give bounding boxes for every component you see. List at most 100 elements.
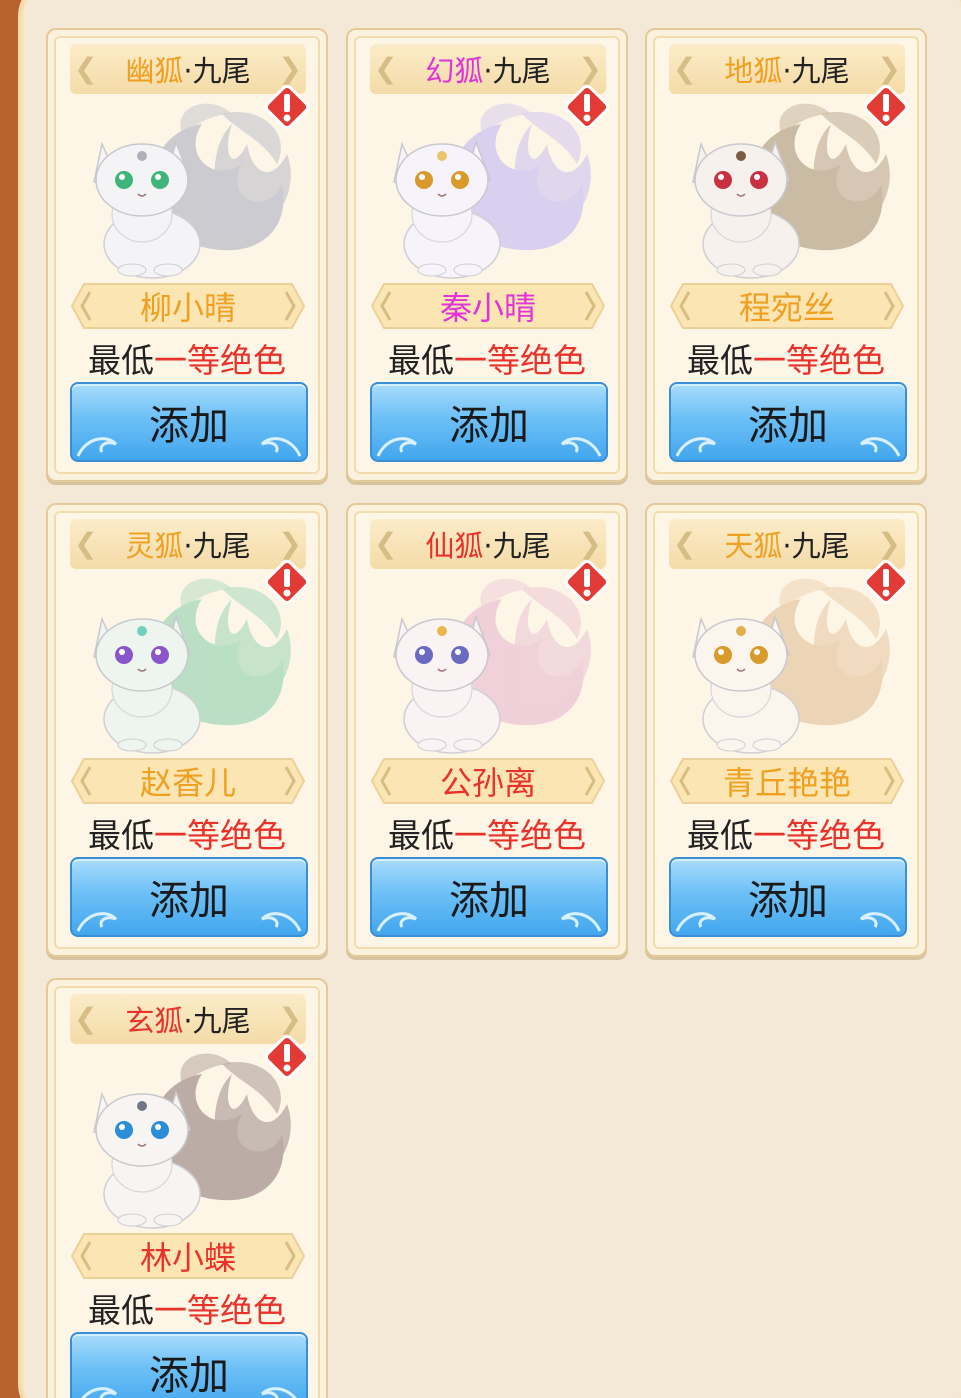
warning-icon[interactable] bbox=[562, 82, 612, 132]
fox-type-suffix: ·九尾 bbox=[782, 54, 850, 88]
add-button-label: 添加 bbox=[149, 878, 229, 924]
add-button-label: 添加 bbox=[748, 403, 828, 449]
fox-type-prefix: 幽狐 bbox=[125, 54, 184, 88]
add-button-label: 添加 bbox=[449, 878, 529, 924]
fox-card: ❮ 幻狐 ·九尾 ❯ 秦小晴 最低一等绝色 添加 bbox=[346, 28, 628, 482]
character-name-plate: 公孙离 bbox=[370, 757, 606, 805]
button-swirl-icon bbox=[260, 1387, 302, 1398]
grade-prefix: 最低 bbox=[88, 1291, 154, 1330]
grade-prefix: 最低 bbox=[88, 816, 154, 855]
grade-requirement: 最低一等绝色 bbox=[48, 334, 326, 380]
grade-requirement: 最低一等绝色 bbox=[348, 809, 626, 855]
title-left-ornament-icon: ❮ bbox=[673, 527, 697, 560]
title-right-ornament-icon: ❯ bbox=[278, 527, 302, 560]
title-right-ornament-icon: ❯ bbox=[578, 527, 602, 560]
button-swirl-icon bbox=[859, 912, 901, 932]
title-right-ornament-icon: ❯ bbox=[278, 1002, 302, 1035]
add-button[interactable]: 添加 bbox=[370, 382, 608, 462]
title-left-ornament-icon: ❮ bbox=[74, 527, 98, 560]
fox-card: ❮ 天狐 ·九尾 ❯ 青丘艳艳 最低一等绝色 添加 bbox=[645, 503, 927, 957]
grade-prefix: 最低 bbox=[687, 341, 753, 380]
grade-value: 一等绝色 bbox=[753, 341, 885, 380]
grade-value: 一等绝色 bbox=[154, 816, 286, 855]
warning-icon[interactable] bbox=[262, 1032, 312, 1082]
fox-type-prefix: 玄狐 bbox=[125, 1004, 184, 1038]
add-button-label: 添加 bbox=[748, 878, 828, 924]
character-name: 林小蝶 bbox=[139, 1239, 236, 1277]
fox-card: ❮ 玄狐 ·九尾 ❯ 林小蝶 最低一等绝色 添加 bbox=[46, 978, 328, 1398]
fox-type-suffix: ·九尾 bbox=[483, 529, 551, 563]
fox-type-suffix: ·九尾 bbox=[183, 54, 251, 88]
title-right-ornament-icon: ❯ bbox=[877, 52, 901, 85]
button-swirl-icon bbox=[675, 437, 717, 457]
fox-type-suffix: ·九尾 bbox=[183, 529, 251, 563]
button-swirl-icon bbox=[260, 912, 302, 932]
grade-requirement: 最低一等绝色 bbox=[348, 334, 626, 380]
fox-card: ❮ 仙狐 ·九尾 ❯ 公孙离 最低一等绝色 添加 bbox=[346, 503, 628, 957]
button-swirl-icon bbox=[76, 912, 118, 932]
add-button[interactable]: 添加 bbox=[70, 857, 308, 937]
character-name: 赵香儿 bbox=[139, 764, 236, 802]
title-right-ornament-icon: ❯ bbox=[578, 52, 602, 85]
add-button[interactable]: 添加 bbox=[669, 857, 907, 937]
character-name: 程宛丝 bbox=[738, 289, 835, 327]
button-swirl-icon bbox=[260, 437, 302, 457]
fox-card: ❮ 灵狐 ·九尾 ❯ 赵香儿 最低一等绝色 添加 bbox=[46, 503, 328, 957]
character-name-plate: 林小蝶 bbox=[70, 1232, 306, 1280]
character-name-plate: 程宛丝 bbox=[669, 282, 905, 330]
add-button[interactable]: 添加 bbox=[370, 857, 608, 937]
title-left-ornament-icon: ❮ bbox=[374, 527, 398, 560]
add-button-label: 添加 bbox=[149, 403, 229, 449]
fox-card: ❮ 幽狐 ·九尾 ❯ 柳小晴 最低一等绝色 添加 bbox=[46, 28, 328, 482]
fox-type-suffix: ·九尾 bbox=[183, 1004, 251, 1038]
character-name-plate: 秦小晴 bbox=[370, 282, 606, 330]
grade-requirement: 最低一等绝色 bbox=[48, 809, 326, 855]
fox-type-suffix: ·九尾 bbox=[782, 529, 850, 563]
add-button[interactable]: 添加 bbox=[70, 1332, 308, 1398]
grade-prefix: 最低 bbox=[88, 341, 154, 380]
add-button[interactable]: 添加 bbox=[669, 382, 907, 462]
grade-value: 一等绝色 bbox=[454, 341, 586, 380]
title-right-ornament-icon: ❯ bbox=[278, 52, 302, 85]
title-left-ornament-icon: ❮ bbox=[374, 52, 398, 85]
warning-icon[interactable] bbox=[262, 82, 312, 132]
fox-type-prefix: 地狐 bbox=[724, 54, 783, 88]
fox-type-prefix: 仙狐 bbox=[425, 529, 484, 563]
title-left-ornament-icon: ❮ bbox=[673, 52, 697, 85]
warning-icon[interactable] bbox=[562, 557, 612, 607]
title-right-ornament-icon: ❯ bbox=[877, 527, 901, 560]
button-swirl-icon bbox=[560, 437, 602, 457]
grade-prefix: 最低 bbox=[388, 341, 454, 380]
button-swirl-icon bbox=[675, 912, 717, 932]
character-name: 秦小晴 bbox=[439, 289, 536, 327]
grade-requirement: 最低一等绝色 bbox=[647, 334, 925, 380]
button-swirl-icon bbox=[376, 912, 418, 932]
warning-icon[interactable] bbox=[262, 557, 312, 607]
title-left-ornament-icon: ❮ bbox=[74, 52, 98, 85]
character-name-plate: 柳小晴 bbox=[70, 282, 306, 330]
character-name-plate: 青丘艳艳 bbox=[669, 757, 905, 805]
grade-prefix: 最低 bbox=[687, 816, 753, 855]
character-name: 柳小晴 bbox=[139, 289, 236, 327]
grade-requirement: 最低一等绝色 bbox=[48, 1284, 326, 1330]
add-button[interactable]: 添加 bbox=[70, 382, 308, 462]
grade-prefix: 最低 bbox=[388, 816, 454, 855]
grade-value: 一等绝色 bbox=[154, 341, 286, 380]
character-name: 青丘艳艳 bbox=[722, 764, 851, 802]
fox-card: ❮ 地狐 ·九尾 ❯ 程宛丝 最低一等绝色 添加 bbox=[645, 28, 927, 482]
grade-value: 一等绝色 bbox=[154, 1291, 286, 1330]
warning-icon[interactable] bbox=[861, 82, 911, 132]
title-left-ornament-icon: ❮ bbox=[74, 1002, 98, 1035]
button-swirl-icon bbox=[81, 1387, 118, 1398]
add-button-label: 添加 bbox=[449, 403, 529, 449]
fox-type-prefix: 幻狐 bbox=[425, 54, 484, 88]
button-swirl-icon bbox=[859, 437, 901, 457]
button-swirl-icon bbox=[76, 437, 118, 457]
warning-icon[interactable] bbox=[861, 557, 911, 607]
fox-type-prefix: 天狐 bbox=[724, 529, 783, 563]
button-swirl-icon bbox=[560, 912, 602, 932]
character-name-plate: 赵香儿 bbox=[70, 757, 306, 805]
button-swirl-icon bbox=[376, 437, 418, 457]
fox-type-prefix: 灵狐 bbox=[125, 529, 184, 563]
grade-requirement: 最低一等绝色 bbox=[647, 809, 925, 855]
